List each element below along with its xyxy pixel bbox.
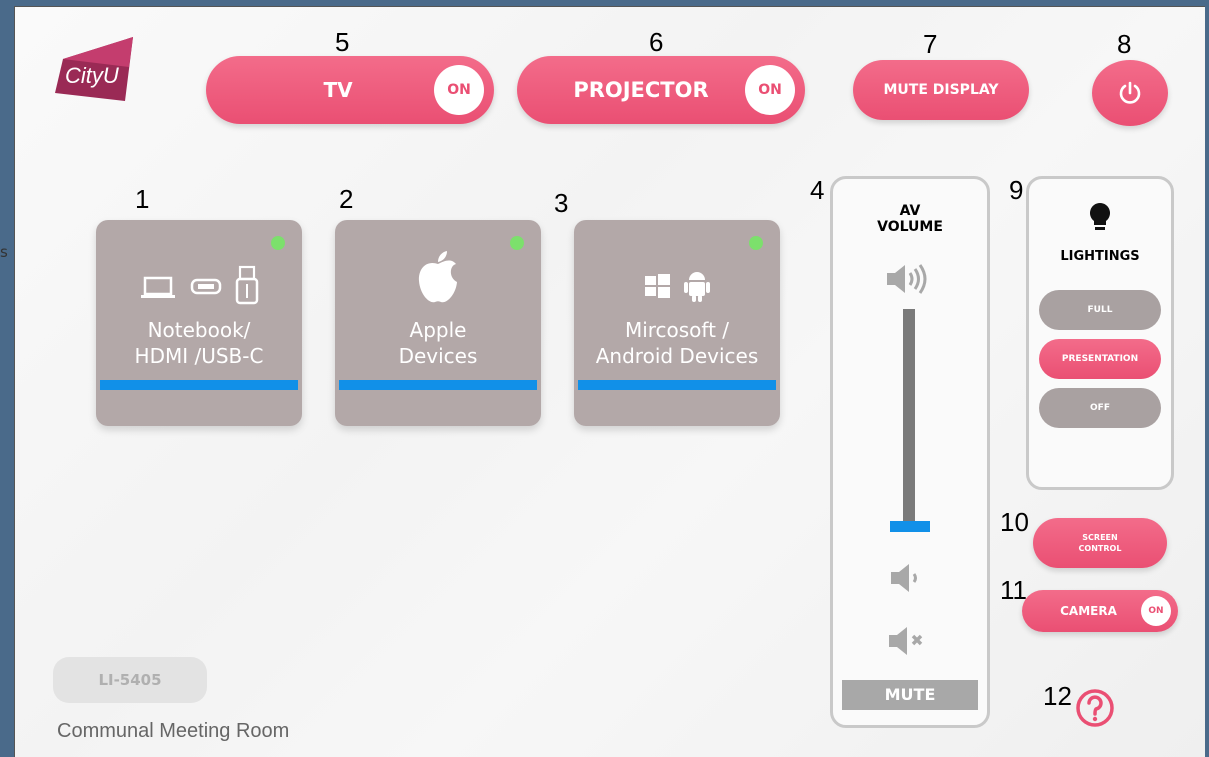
volume-title-line1: AV (899, 203, 921, 219)
screen-control-line2: CONTROL (1078, 544, 1122, 553)
active-indicator (271, 236, 285, 250)
tv-label: TV (323, 78, 353, 102)
camera-state-badge: ON (1141, 596, 1171, 626)
callout-9: 9 (1009, 175, 1024, 205)
lightings-title: LIGHTINGS (1060, 249, 1140, 264)
callout-2: 2 (339, 184, 354, 214)
volume-slider-handle[interactable] (890, 521, 930, 532)
source-android-tile[interactable]: Mircosoft / Android Devices (574, 220, 780, 426)
lighting-off-button[interactable]: OFF (1039, 388, 1161, 428)
camera-label: CAMERA (1060, 604, 1117, 618)
laptop-icon (141, 276, 175, 298)
logo-text: CityU (65, 63, 119, 88)
control-panel: CityU 5 6 7 8 1 2 3 4 9 10 11 12 TV ON P… (14, 6, 1205, 757)
help-icon[interactable] (1074, 687, 1116, 729)
mute-button[interactable]: MUTE (842, 680, 978, 710)
power-icon (1119, 81, 1141, 104)
callout-1: 1 (135, 184, 150, 214)
usb-icon (235, 265, 259, 305)
lightings-panel: LIGHTINGS FULL PRESENTATION OFF (1026, 176, 1174, 490)
callout-5: 5 (335, 27, 350, 57)
active-bar (339, 380, 537, 390)
projector-label: PROJECTOR (573, 78, 709, 102)
source-title-line1: Notebook/ (147, 318, 251, 342)
callout-3: 3 (554, 188, 569, 218)
active-bar (100, 380, 298, 390)
callout-8: 8 (1117, 29, 1132, 59)
projector-toggle[interactable]: PROJECTOR ON (517, 56, 805, 124)
screen-control-button[interactable]: SCREEN CONTROL (1033, 518, 1167, 568)
camera-toggle[interactable]: CAMERA ON (1022, 590, 1178, 632)
screen-control-line1: SCREEN (1082, 533, 1118, 542)
callout-10: 10 (1000, 507, 1029, 537)
stray-text: s (0, 243, 8, 261)
mute-display-label: MUTE DISPLAY (883, 82, 999, 98)
apple-icon (418, 251, 457, 303)
av-volume-panel: AV VOLUME MUTE (830, 176, 990, 728)
mute-display-button[interactable]: MUTE DISPLAY (853, 60, 1029, 120)
lighting-full-button[interactable]: FULL (1039, 290, 1161, 330)
volume-title-line2: VOLUME (877, 219, 943, 235)
active-bar (578, 380, 776, 390)
power-button[interactable] (1092, 60, 1168, 126)
lightbulb-icon (1090, 203, 1110, 230)
callout-7: 7 (923, 29, 938, 59)
mute-icon[interactable] (887, 625, 931, 657)
source-title-line1: Mircosoft / (624, 318, 730, 342)
source-apple-tile[interactable]: Apple Devices (335, 220, 541, 426)
source-notebook-tile[interactable]: Notebook/ HDMI /USB-C (96, 220, 302, 426)
tv-state-badge: ON (434, 65, 484, 115)
room-code-badge: LI-5405 (53, 657, 207, 703)
windows-icon (645, 274, 670, 298)
android-icon (684, 272, 710, 302)
hdmi-icon (190, 278, 222, 295)
tv-toggle[interactable]: TV ON (206, 56, 494, 124)
cityu-logo: CityU (55, 37, 133, 101)
source-title-line2: HDMI /USB-C (134, 344, 264, 368)
active-indicator (749, 236, 763, 250)
callout-12: 12 (1043, 681, 1072, 711)
room-name: Communal Meeting Room (57, 720, 290, 742)
callout-4: 4 (810, 175, 825, 205)
source-title-line2: Android Devices (595, 344, 759, 368)
volume-up-icon[interactable] (885, 261, 933, 297)
lighting-presentation-button[interactable]: PRESENTATION (1039, 339, 1161, 379)
source-title-line1: Apple (409, 318, 467, 342)
projector-state-badge: ON (745, 65, 795, 115)
callout-6: 6 (649, 27, 664, 57)
source-title-line2: Devices (398, 344, 478, 368)
volume-slider-track[interactable] (903, 309, 915, 525)
volume-down-icon[interactable] (889, 562, 925, 594)
